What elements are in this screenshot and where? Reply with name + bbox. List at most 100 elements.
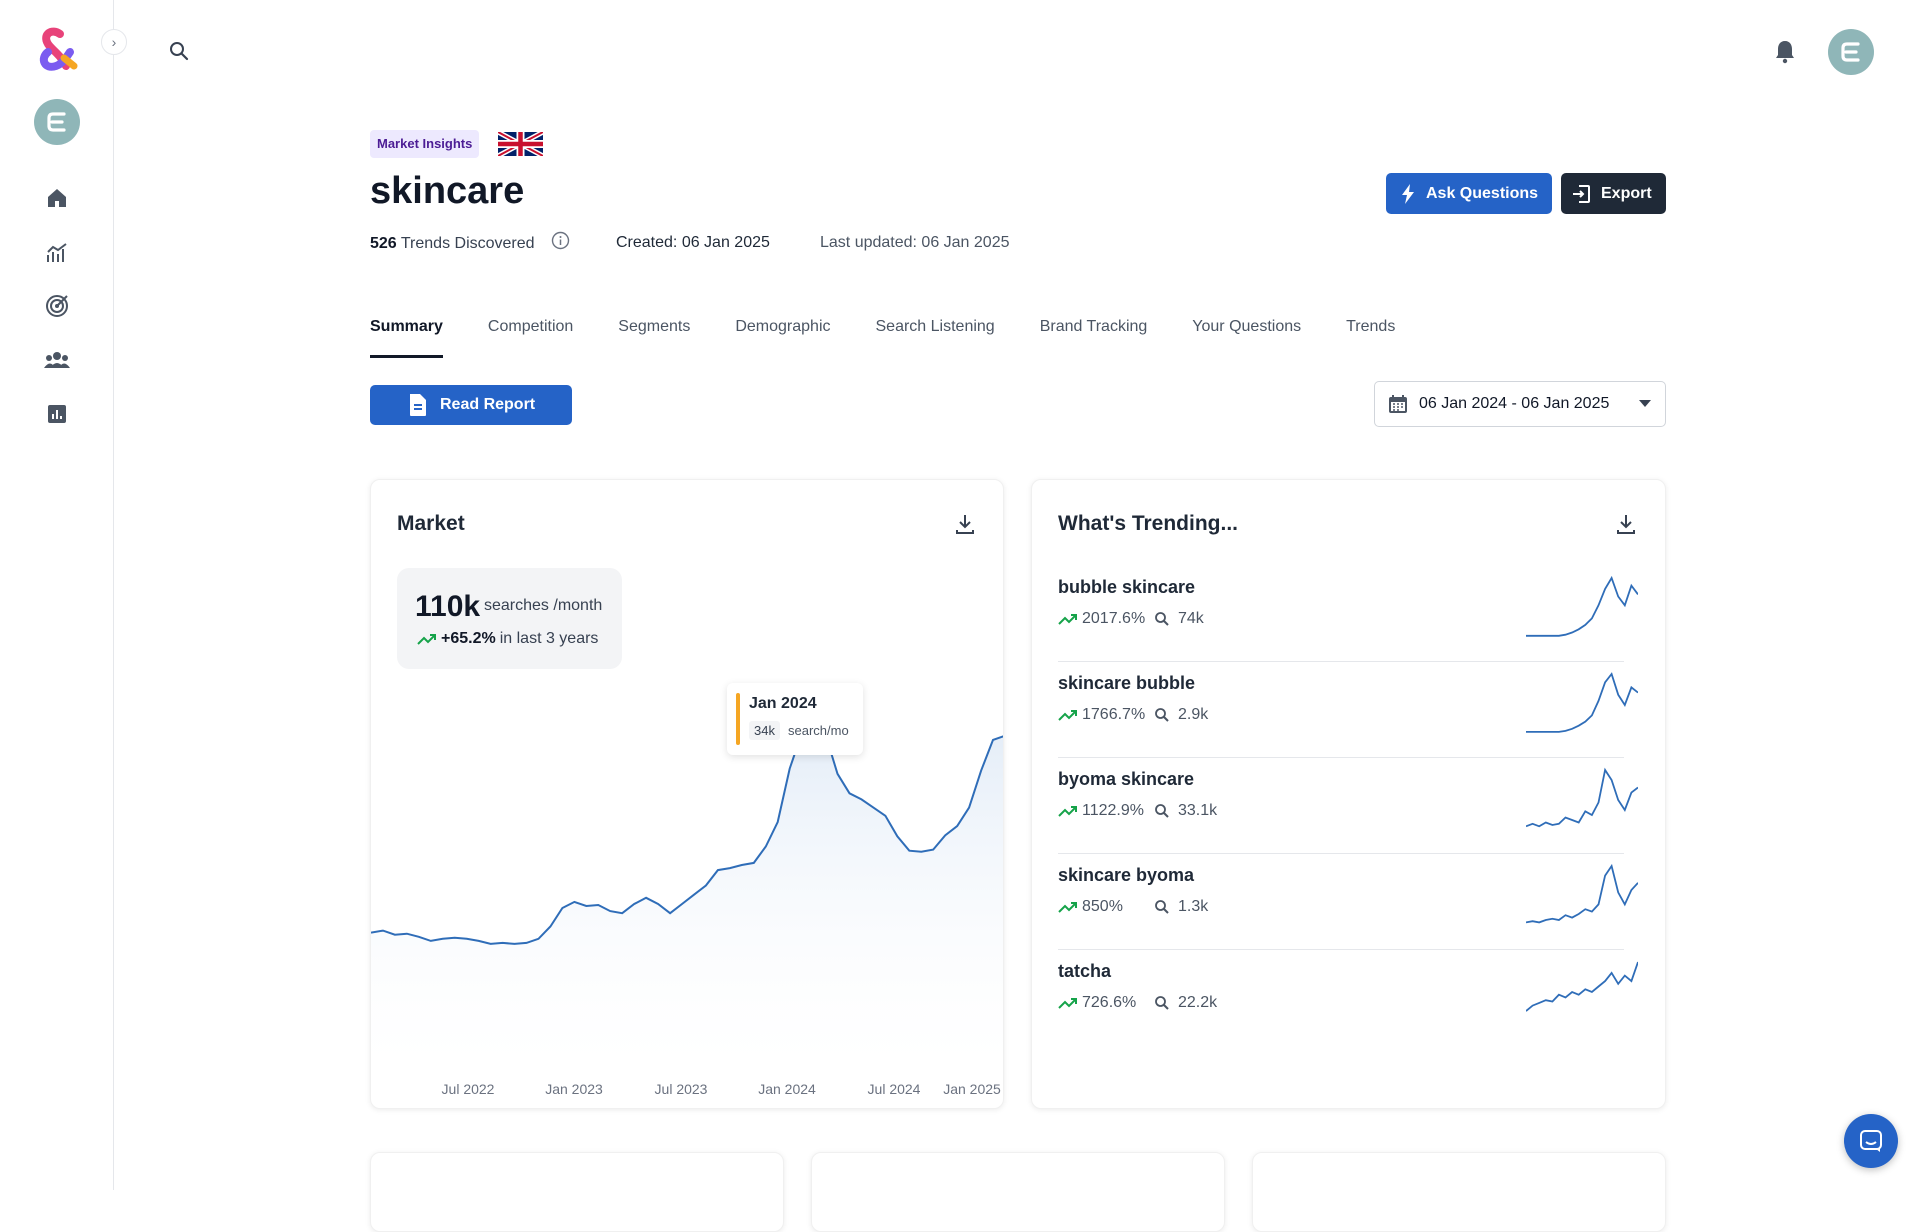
bell-icon[interactable]	[1772, 38, 1798, 64]
reports-icon[interactable]	[44, 401, 70, 427]
read-report-button[interactable]: Read Report	[370, 385, 572, 425]
read-report-label: Read Report	[440, 396, 536, 413]
trending-card: What's Trending... bubble skincare 2017.6…	[1031, 479, 1666, 1109]
document-icon	[410, 394, 426, 416]
trend-volume-value: 74k	[1178, 610, 1204, 627]
trend-up-icon	[1058, 902, 1077, 913]
tab-bar: Summary Competition Segments Demographic…	[370, 318, 1440, 358]
trend-volume-value: 1.3k	[1178, 898, 1209, 915]
x-tick-label: Jul 2024	[867, 1081, 921, 1097]
tab-competition[interactable]: Competition	[488, 318, 573, 358]
trend-growth-pct: 726.6%	[1082, 994, 1137, 1011]
tab-summary[interactable]: Summary	[370, 318, 443, 358]
x-tick-label: Jan 2024	[758, 1081, 816, 1097]
last-updated-date: Last updated: 06 Jan 2025	[820, 234, 1010, 251]
trend-volume: 1.3k	[1154, 898, 1208, 916]
trend-growth-pct: 1122.9%	[1082, 802, 1144, 819]
summary-card	[1252, 1152, 1666, 1232]
trend-up-icon	[1058, 806, 1077, 817]
page-title: skincare	[370, 170, 525, 212]
lightning-icon	[1402, 183, 1414, 204]
market-insights-badge: Market Insights	[370, 130, 480, 158]
tab-demographic[interactable]: Demographic	[735, 318, 830, 358]
ask-questions-label: Ask Questions	[1426, 184, 1539, 202]
tooltip-unit: search/mo	[788, 723, 849, 738]
tab-your-questions[interactable]: Your Questions	[1192, 318, 1301, 358]
trend-volume: 2.9k	[1154, 706, 1208, 724]
search-icon	[1155, 612, 1169, 626]
tooltip-value: 34k	[749, 721, 780, 740]
trend-volume-value: 2.9k	[1178, 706, 1209, 723]
market-trend-chart[interactable]	[371, 480, 1004, 1109]
trend-name: skincare byoma	[1058, 865, 1195, 885]
chart-tooltip: Jan 2024 34k search/mo	[727, 683, 863, 755]
x-tick-label: Jan 2025	[943, 1081, 1001, 1097]
search-icon	[1155, 900, 1169, 914]
trend-sparkline	[1526, 961, 1638, 1012]
chat-support-button[interactable]	[1844, 1114, 1898, 1168]
audience-icon[interactable]	[44, 347, 70, 373]
tab-trends[interactable]: Trends	[1346, 318, 1395, 358]
trend-meta: 1766.7% 2.9k	[1058, 706, 1208, 724]
trend-growth-pct: 850%	[1082, 898, 1123, 915]
export-icon	[1573, 184, 1590, 203]
trend-volume-value: 33.1k	[1178, 802, 1218, 819]
market-card: Market 110k searches /month +65.2% in la…	[370, 479, 1004, 1109]
trend-name: bubble skincare	[1058, 577, 1196, 597]
trend-growth-pct: 1766.7%	[1082, 706, 1146, 723]
sparkline-path	[1526, 672, 1638, 733]
trend-name: tatcha	[1058, 961, 1112, 981]
calendar-icon	[1389, 395, 1407, 413]
trends-count-value: 526	[370, 235, 397, 252]
tab-brand-tracking[interactable]: Brand Tracking	[1040, 318, 1148, 358]
trend-sparkline	[1526, 767, 1638, 828]
home-icon[interactable]	[44, 185, 70, 211]
trend-item[interactable]: byoma skincare 1122.9% 33.1k	[1058, 758, 1638, 854]
date-range-picker[interactable]: 06 Jan 2024 - 06 Jan 2025	[1374, 381, 1666, 427]
tooltip-accent-bar	[736, 693, 740, 745]
export-label: Export	[1601, 184, 1652, 202]
trend-item[interactable]: skincare bubble 1766.7% 2.9k	[1058, 662, 1638, 758]
x-tick-label: Jan 2023	[545, 1081, 603, 1097]
export-button[interactable]: Export	[1561, 173, 1666, 214]
tab-segments[interactable]: Segments	[618, 318, 690, 358]
trend-meta: 850% 1.3k	[1058, 898, 1208, 916]
trends-discovered: 526 Trends Discovered	[370, 235, 535, 253]
info-icon[interactable]	[551, 231, 570, 250]
user-avatar[interactable]	[1828, 29, 1874, 75]
target-icon[interactable]	[44, 293, 70, 319]
trend-sparkline	[1526, 672, 1638, 733]
trend-volume: 22.2k	[1154, 994, 1217, 1012]
trend-up-icon	[1058, 614, 1077, 625]
trend-up-icon	[1058, 998, 1077, 1009]
sidebar-toggle-button[interactable]: ›	[101, 29, 127, 55]
chat-icon	[1860, 1130, 1882, 1152]
trend-name: byoma skincare	[1058, 769, 1195, 789]
chevron-down-icon	[1639, 400, 1651, 407]
ask-questions-button[interactable]: Ask Questions	[1386, 173, 1552, 214]
market-area	[371, 719, 1003, 1090]
search-icon	[1155, 804, 1169, 818]
trend-name: skincare bubble	[1058, 673, 1196, 693]
trends-count-label: Trends Discovered	[400, 235, 535, 252]
trending-card-title: What's Trending...	[1058, 512, 1238, 535]
trend-meta: 1122.9% 33.1k	[1058, 802, 1217, 820]
sidebar	[0, 0, 114, 1190]
x-tick-label: Jul 2022	[441, 1081, 495, 1097]
trend-meta: 2017.6% 74k	[1058, 610, 1204, 628]
trend-sparkline	[1526, 575, 1638, 637]
trend-item[interactable]: skincare byoma 850% 1.3k	[1058, 854, 1638, 950]
tab-search-listening[interactable]: Search Listening	[876, 318, 995, 358]
download-icon[interactable]	[1614, 512, 1638, 536]
sparkline-path	[1526, 961, 1638, 1012]
trend-item[interactable]: tatcha 726.6% 22.2k	[1058, 950, 1638, 1046]
uk-flag-icon	[496, 129, 545, 159]
x-tick-label: Jul 2023	[654, 1081, 708, 1097]
app-logo[interactable]	[34, 26, 80, 72]
workspace-avatar[interactable]	[34, 99, 80, 145]
trend-item[interactable]: bubble skincare 2017.6% 74k	[1058, 566, 1638, 662]
trend-meta: 726.6% 22.2k	[1058, 994, 1217, 1012]
analytics-icon[interactable]	[44, 240, 70, 266]
search-icon[interactable]	[168, 40, 190, 62]
tooltip-date: Jan 2024	[749, 695, 817, 712]
